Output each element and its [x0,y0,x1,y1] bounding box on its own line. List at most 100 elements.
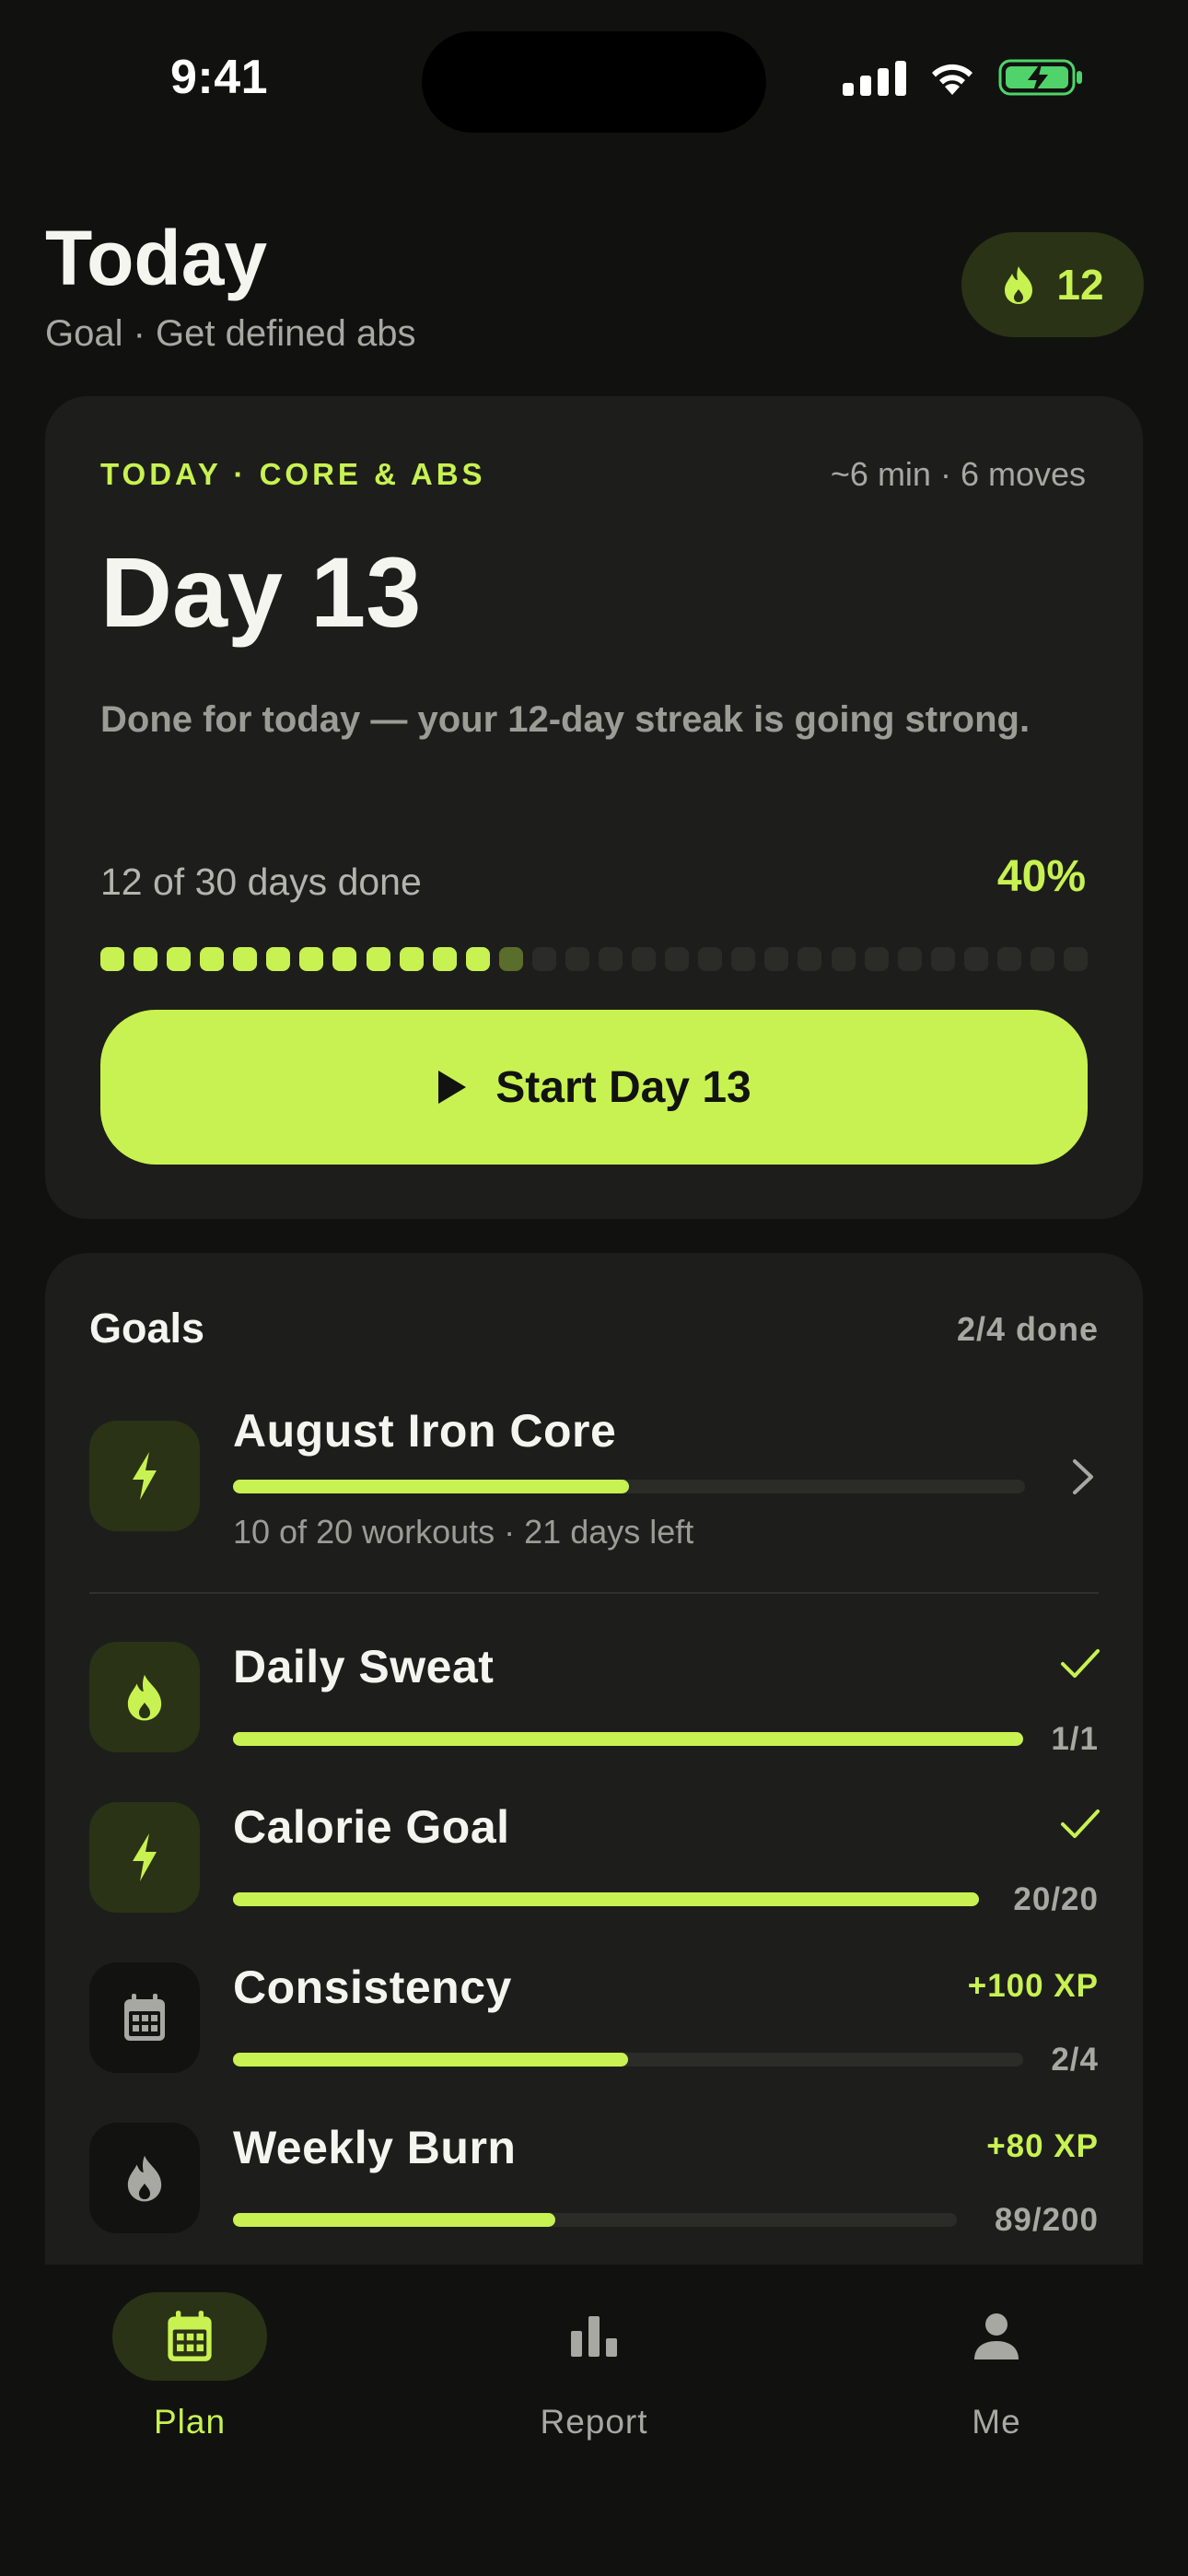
day-dot [532,947,556,971]
status-time: 9:41 [170,51,269,104]
day-dot [731,947,755,971]
calendar-icon [124,1994,165,2041]
day-dot [233,947,257,971]
day-dot [964,947,988,971]
program-progress-percent: 40% [996,852,1086,901]
day-dot [698,947,722,971]
start-day-button[interactable]: Start Day 13 [100,1010,1088,1165]
day-dot [865,947,889,971]
status-bar: 9:41 [0,0,1188,147]
goal-xp-reward: +100 XP [967,1968,1099,2004]
goal-fraction: 20/20 [1013,1881,1099,1917]
day-dot [499,947,523,971]
day-dot [997,947,1021,971]
goal-progress-fill [233,2213,555,2227]
play-icon [438,1071,467,1104]
goal-fraction: 1/1 [1051,1721,1099,1757]
day-dot [565,947,589,971]
start-day-label: Start Day 13 [495,1062,751,1112]
goal-progress-track [233,1892,979,1906]
goal-name: August Iron Core [233,1405,617,1457]
day-dot [832,947,856,971]
tab-label: Me [972,2403,1021,2441]
day-progress-dots [100,947,1088,971]
streak-count: 12 [1056,261,1104,309]
tab-icon-pill [919,2292,1074,2381]
chevron-right-icon[interactable] [1071,1458,1095,1496]
tab-label: Plan [153,2403,227,2441]
bolt-icon [133,1833,157,1881]
goal-subtitle: 10 of 20 workouts · 21 days left [233,1513,694,1551]
day-dot [931,947,955,971]
goal-fraction: 2/4 [1051,2042,1099,2078]
goal-icon-tile [89,2123,200,2233]
status-icons [843,57,1085,98]
workout-meta: ~6 min · 6 moves [830,455,1086,493]
goal-name: Consistency [233,1961,512,2013]
goal-name: Weekly Burn [233,2122,517,2173]
goal-progress-fill [233,1892,979,1906]
goal-progress-track [233,2053,1023,2067]
dynamic-island [422,31,766,133]
flame-icon [1005,266,1033,304]
goal-fraction: 89/200 [994,2202,1099,2238]
goal-progress-fill [233,2053,628,2067]
flame-icon [127,1674,162,1721]
day-dot [367,947,390,971]
bar-chart-icon [571,2316,617,2357]
day-dot [798,947,821,971]
day-dot [400,947,424,971]
goal-progress-track [233,1732,1023,1746]
bolt-icon [133,1452,157,1500]
day-dot [134,947,157,971]
streak-badge[interactable]: 12 [961,232,1144,337]
goals-title: Goals [89,1305,205,1352]
tab-me[interactable]: Me [877,2292,1116,2476]
tab-label: Report [540,2403,648,2441]
flame-icon [127,2155,162,2202]
goal-icon-tile [89,1642,200,1752]
day-dot [332,947,356,971]
day-dot [167,947,191,971]
day-title: Day 13 [100,536,422,648]
day-dot [898,947,922,971]
goal-progress-track [233,1480,1025,1493]
battery-icon [998,59,1082,96]
day-dot [200,947,224,971]
goal-name: Daily Sweat [233,1641,495,1692]
home-indicator [464,2541,724,2552]
calendar-icon [168,2311,212,2361]
day-description: Done for today — your 12-day streak is g… [100,699,1031,740]
program-progress-label: 12 of 30 days done [100,861,422,903]
goal-progress-fill [233,1732,1023,1746]
goals-card: Goals 2/4 done August Iron Core 10 of 20… [45,1253,1143,2265]
workout-category: TODAY · CORE & ABS [100,457,486,491]
day-dot [266,947,290,971]
tab-report[interactable]: Report [474,2292,714,2476]
divider [89,1592,1099,1594]
goal-icon-tile [89,1962,200,2073]
tab-icon-pill [517,2292,671,2381]
day-dot [466,947,490,971]
goal-progress-fill [233,1480,629,1493]
check-icon [1061,1649,1100,1678]
tab-icon-pill [112,2292,267,2381]
day-dot [1064,947,1088,971]
goal-icon-tile [89,1802,200,1913]
goals-count: 2/4 done [956,1310,1099,1348]
check-icon [1061,1809,1100,1838]
day-dot [764,947,788,971]
goal-xp-reward: +80 XP [986,2128,1099,2164]
day-dot [433,947,457,971]
day-dot [299,947,323,971]
today-workout-card: TODAY · CORE & ABS ~6 min · 6 moves Day … [45,396,1143,1219]
bottom-tab-bar: Plan Report Me [0,2265,1188,2576]
tab-plan[interactable]: Plan [70,2292,309,2476]
day-dot [632,947,656,971]
day-dot [100,947,124,971]
goal-icon-tile [89,1421,200,1531]
page-title: Today [45,215,268,301]
day-dot [665,947,689,971]
day-dot [599,947,623,971]
goal-name: Calorie Goal [233,1801,510,1853]
